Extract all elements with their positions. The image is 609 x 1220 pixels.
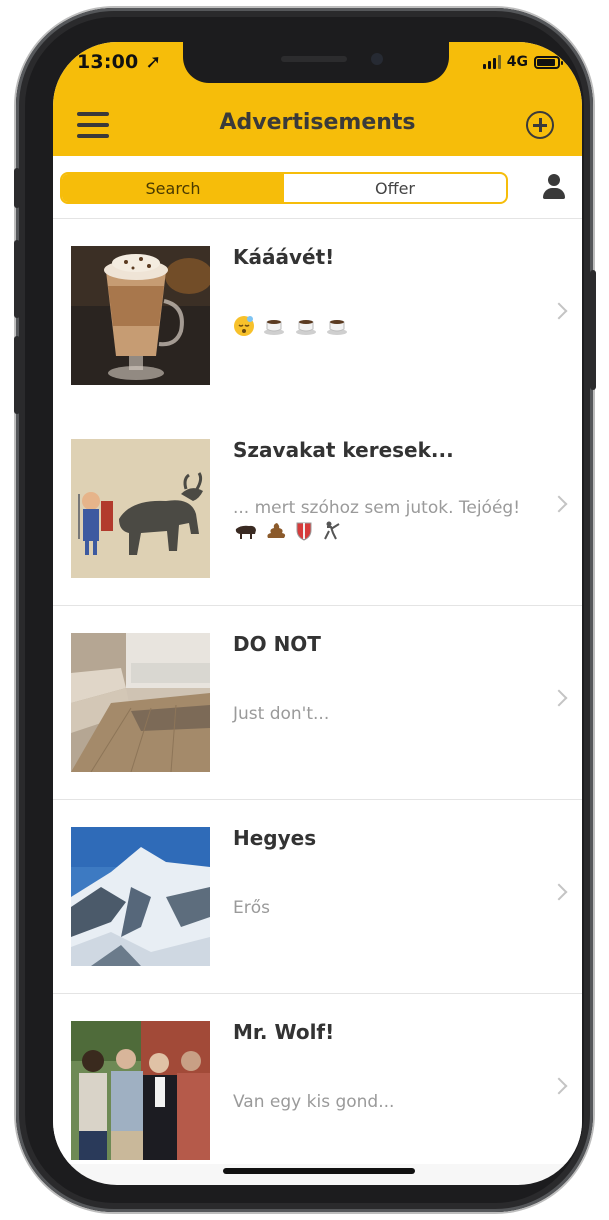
chevron-right-icon	[550, 302, 568, 320]
ad-list-item[interactable]: Hegyes Erős	[53, 800, 582, 994]
ad-description: Just don't...	[233, 704, 330, 724]
search-offer-segmented-control: Search Offer	[60, 172, 508, 204]
ad-title: Mr. Wolf!	[233, 1020, 335, 1044]
ad-thumbnail-coffee	[71, 246, 210, 385]
ox-emoji-icon	[233, 522, 257, 548]
ad-title: Hegyes	[233, 826, 317, 850]
coffee-emoji-icon	[295, 317, 318, 343]
speaker-grille	[281, 56, 347, 62]
ad-description: ... mert szóhoz sem jutok. Tejóég!	[233, 496, 533, 549]
segment-offer[interactable]: Offer	[284, 174, 506, 202]
coffee-emoji-icon	[264, 317, 286, 343]
ad-title: Szavakat keresek...	[233, 438, 454, 462]
chevron-right-icon	[550, 495, 568, 513]
poop-emoji-icon	[266, 522, 286, 548]
volume-down-button	[14, 336, 20, 414]
ad-description: Erős	[233, 898, 270, 918]
status-indicators: 4G	[482, 54, 563, 70]
front-camera	[371, 53, 383, 65]
power-button	[590, 270, 596, 390]
ad-title: Kááávét!	[233, 245, 335, 269]
chevron-right-icon	[550, 883, 568, 901]
home-indicator[interactable]	[223, 1168, 415, 1174]
ad-thumbnail-room	[71, 633, 210, 772]
fencer-emoji-icon	[321, 521, 341, 549]
user-profile-icon[interactable]	[540, 173, 568, 201]
shield-emoji-icon	[296, 521, 312, 549]
page-title: Advertisements	[219, 110, 416, 135]
coffee-emoji-icon	[327, 317, 349, 343]
ad-list-item[interactable]: Kááávét!	[53, 219, 582, 412]
ad-description	[233, 315, 533, 345]
sleepy-face-emoji-icon	[233, 315, 255, 345]
screen: 13:00 ➚ 4G Advertisements Search Offer K…	[53, 42, 582, 1185]
notch	[183, 42, 449, 83]
ad-thumbnail-medieval-illustration	[71, 439, 210, 578]
ad-title: DO NOT	[233, 632, 321, 656]
chevron-right-icon	[550, 1077, 568, 1095]
ad-list-item[interactable]: Mr. Wolf! Van egy kis gond...	[53, 994, 582, 1164]
ad-list-item[interactable]: DO NOT Just don't...	[53, 606, 582, 800]
chevron-right-icon	[550, 689, 568, 707]
volume-up-button	[14, 240, 20, 318]
filter-bar: Search Offer	[53, 156, 582, 219]
status-time: 13:00 ➚	[77, 51, 162, 73]
battery-icon	[534, 55, 563, 69]
ad-list-item[interactable]: Szavakat keresek... ... mert szóhoz sem …	[53, 412, 582, 606]
ad-description: Van egy kis gond...	[233, 1092, 395, 1112]
app-header: 13:00 ➚ 4G Advertisements	[53, 42, 582, 156]
mute-switch	[14, 168, 20, 208]
signal-icon	[482, 55, 501, 69]
location-arrow-icon: ➚	[145, 51, 162, 73]
ads-list: Kááávét! Szavakat keresek... ... mert sz…	[53, 219, 582, 1164]
ad-thumbnail-group-photo	[71, 1021, 210, 1160]
ad-thumbnail-mountain	[71, 827, 210, 966]
network-type: 4G	[506, 54, 528, 70]
add-circle-icon[interactable]	[526, 111, 554, 139]
segment-search[interactable]: Search	[62, 174, 284, 202]
